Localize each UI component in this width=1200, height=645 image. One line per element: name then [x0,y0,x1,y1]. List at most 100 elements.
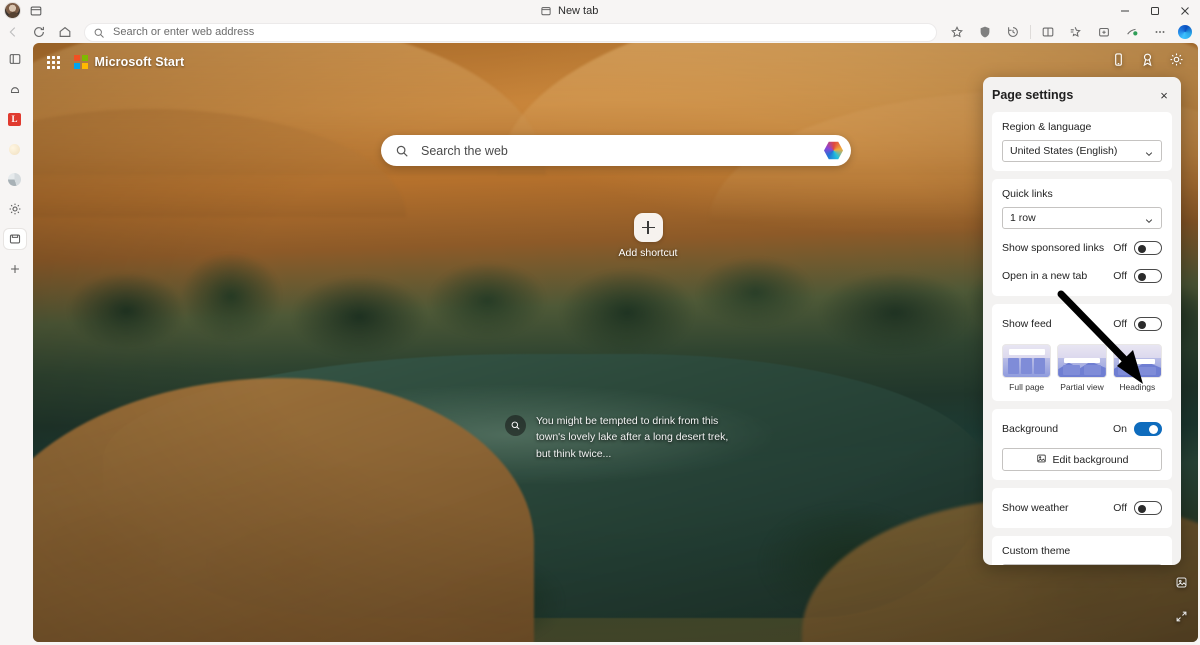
background-row: Background On [1002,418,1162,440]
fullscreen-expand-icon[interactable] [1175,610,1188,628]
region-language-title: Region & language [1002,121,1092,133]
show-feed-toggle[interactable] [1134,317,1162,331]
region-language-card: Region & language United States (English… [992,112,1172,171]
show-weather-label: Show weather [1002,502,1069,514]
sidebar-item-tools[interactable] [4,169,26,189]
tab-title: New tab [558,5,599,17]
search-magnifier-icon[interactable] [505,415,526,436]
window-controls [1110,0,1200,21]
page-header: Microsoft Start [33,43,1198,81]
rewards-icon[interactable] [1140,52,1155,72]
tab-actions-menu-icon[interactable] [29,4,43,18]
dropbox-icon [9,143,20,155]
background-state: On [1112,423,1127,435]
sidebar-item-games[interactable] [3,229,26,249]
chevron-down-icon [1144,146,1154,156]
sidebar-item-tab-actions[interactable] [4,49,26,69]
collections-icon[interactable] [1090,22,1118,42]
show-feed-row: Show feed Off [1002,313,1162,335]
background-card: Background On Edit background [992,409,1172,480]
headings-thumbnail [1112,344,1162,378]
browser-tab[interactable]: New tab [540,2,598,20]
quick-links-card: Quick links 1 row Show sponsored links O… [992,179,1172,296]
close-window-button[interactable] [1170,0,1200,21]
plus-icon [633,213,663,242]
region-select[interactable]: United States (English) [1002,140,1162,162]
panel-title: Page settings [992,88,1074,102]
app-launcher-icon[interactable] [47,55,60,69]
profile-avatar[interactable] [4,2,21,19]
chevron-down-icon [1144,213,1154,223]
custom-theme-title: Custom theme [1002,545,1071,557]
background-label: Background [1002,423,1059,435]
show-weather-state: Off [1113,502,1127,514]
address-bar[interactable]: Search or enter web address [84,22,937,42]
copilot-glyph [1178,25,1192,39]
sidebar-item-linkedin[interactable]: L [4,109,26,129]
sidebar-item-settings[interactable] [4,199,26,219]
page-settings-gear-icon[interactable] [1169,52,1184,72]
favorites-icon[interactable] [1062,22,1090,42]
maximize-button[interactable] [1140,0,1170,21]
background-toggle[interactable] [1134,422,1162,436]
copilot-icon[interactable] [1174,23,1196,41]
history-icon[interactable] [999,22,1027,42]
full-page-thumbnail [1002,344,1052,378]
feed-option-full-page[interactable]: Full page [1002,344,1052,392]
back-icon[interactable] [0,22,26,42]
show-weather-toggle[interactable] [1134,501,1162,515]
browser-window: New tab Search or enter web address L Mi… [0,0,1200,645]
close-icon[interactable]: × [1156,87,1172,103]
new-tab-icon [541,7,551,16]
panel-header: Page settings × [992,87,1172,103]
sidebar-item-add[interactable] [4,259,26,279]
settings-more-icon[interactable] [1146,22,1174,42]
feed-option-headings[interactable]: Headings [1112,344,1162,392]
add-shortcut-button[interactable]: Add shortcut [614,213,682,259]
copilot-search-icon[interactable] [824,141,843,160]
search-placeholder: Search the web [421,143,508,158]
page-settings-panel: Page settings × Region & language United… [983,77,1181,565]
minimize-button[interactable] [1110,0,1140,21]
open-in-new-tab-toggle[interactable] [1134,269,1162,283]
split-screen-icon[interactable] [1034,22,1062,42]
sidebar-item-dropbox[interactable] [4,139,26,159]
show-sponsored-links-toggle[interactable] [1134,241,1162,255]
browser-essentials-icon[interactable] [1118,22,1146,42]
brand-title: Microsoft Start [94,55,185,69]
tools-icon [8,172,21,186]
partial-view-thumbnail [1057,344,1107,378]
show-sponsored-links-state: Off [1113,242,1127,254]
mobile-phone-icon[interactable] [1111,52,1126,72]
left-sidebar: L [0,43,29,645]
toolbar-divider [1030,25,1031,39]
image-icon [1036,453,1047,467]
quick-links-select-value: 1 row [1010,212,1036,224]
background-image-caption: You might be tempted to drink from this … [505,413,736,462]
search-input[interactable]: Search the web [381,135,851,166]
caption-text: You might be tempted to drink from this … [536,415,729,460]
open-in-new-tab-row: Open in a new tab Off [1002,265,1162,287]
microsoft-logo-icon [74,55,88,69]
headings-label: Headings [1119,382,1156,392]
home-icon[interactable] [52,22,78,42]
feed-option-partial-view[interactable]: Partial view [1057,344,1107,392]
image-info-icon[interactable] [1175,576,1188,594]
favorite-star-icon[interactable] [943,22,971,42]
show-sponsored-links-row: Show sponsored links Off [1002,237,1162,259]
quick-links-rows-select[interactable]: 1 row [1002,207,1162,229]
full-page-label: Full page [1009,382,1045,392]
shield-icon[interactable] [971,22,999,42]
show-weather-row: Show weather Off [1002,497,1162,519]
manage-theme-button[interactable]: Manage [1002,564,1162,565]
feed-layout-options: Full page Partial view Headings [1002,344,1162,392]
show-feed-card: Show feed Off Full page Partial view Hea… [992,304,1172,401]
search-icon [93,26,105,38]
sidebar-item-copilot[interactable] [4,79,26,99]
region-select-value: United States (English) [1010,145,1118,157]
quick-links-title: Quick links [1002,188,1053,200]
custom-theme-card: Custom theme Manage [992,536,1172,565]
refresh-icon[interactable] [26,22,52,42]
show-sponsored-links-label: Show sponsored links [1002,242,1105,254]
edit-background-button[interactable]: Edit background [1002,448,1162,471]
